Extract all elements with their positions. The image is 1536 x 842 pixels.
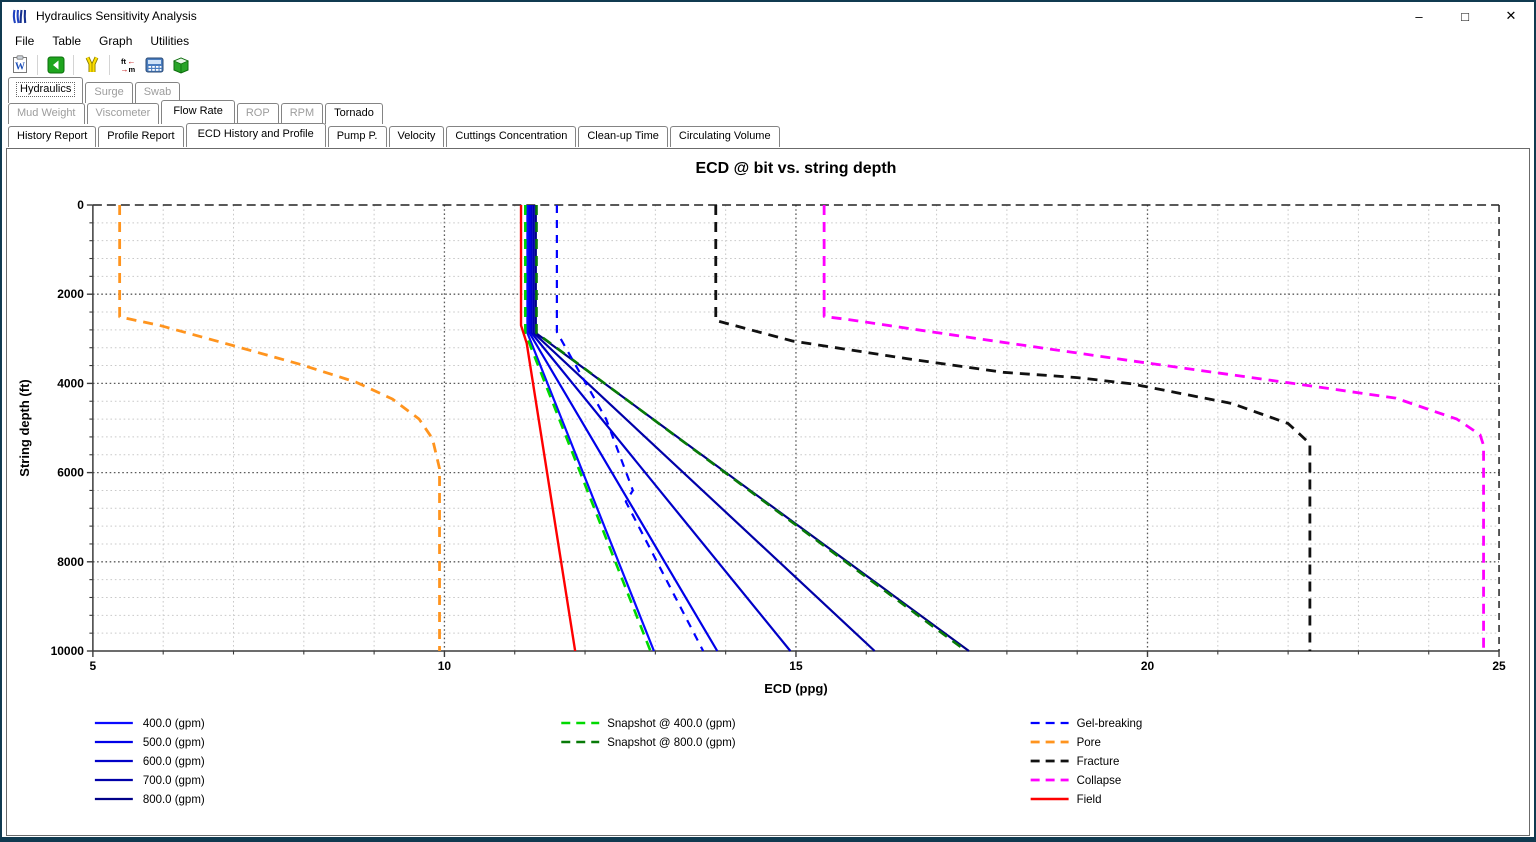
tab-pump-p[interactable]: Pump P. (328, 126, 387, 147)
series-snap800 (537, 205, 967, 651)
legend-label-fracture: Fracture (1077, 756, 1120, 768)
legend-label-q500: 500.0 (gpm) (143, 737, 205, 749)
series-fracture (716, 205, 1310, 651)
menu-graph[interactable]: Graph (90, 32, 141, 50)
tab-tornado[interactable]: Tornado (325, 103, 383, 124)
svg-text:6000: 6000 (57, 466, 84, 480)
series-gel (557, 205, 703, 651)
back-arrow-icon (47, 56, 65, 74)
close-button[interactable]: ✕ (1488, 2, 1534, 30)
svg-text:m: m (128, 65, 135, 74)
tab-strip: HydraulicsSurgeSwab Mud WeightViscometer… (2, 78, 1534, 149)
svg-text:8000: 8000 (57, 555, 84, 569)
legend-label-pore: Pore (1077, 737, 1101, 749)
word-document-icon: W (11, 55, 29, 74)
series-pore (120, 205, 440, 651)
svg-text:10: 10 (438, 659, 452, 673)
toolbar-separator (37, 55, 38, 75)
tab-circulating-volume[interactable]: Circulating Volume (670, 126, 780, 147)
word-report-button[interactable]: W (6, 53, 33, 77)
svg-text:0: 0 (77, 198, 84, 212)
svg-text:25: 25 (1492, 659, 1506, 673)
toolbar-separator (73, 55, 74, 75)
svg-text:String depth (ft): String depth (ft) (17, 379, 32, 476)
series-q600 (532, 205, 791, 651)
menu-utilities[interactable]: Utilities (141, 32, 198, 50)
window-controls: – □ ✕ (1396, 2, 1534, 30)
svg-text:→: → (120, 65, 128, 74)
chart-panel: 5 10 15 20 25 0 2000 4000 6000 8000 10000 ECD @ bit… (6, 148, 1530, 836)
ecd-profile-chart: 5 10 15 20 25 0 2000 4000 6000 8000 10000 ECD @ bit… (7, 149, 1529, 835)
calculator-button[interactable] (141, 53, 168, 77)
tab-profile-report[interactable]: Profile Report (98, 126, 183, 147)
report-book-button[interactable] (168, 53, 195, 77)
tab-row-analysis-mode: HydraulicsSurgeSwab (8, 80, 1534, 103)
series-q800 (536, 205, 969, 651)
wellbore-icon (83, 56, 101, 74)
window-title: Hydraulics Sensitivity Analysis (36, 9, 197, 23)
menu-bar: File Table Graph Utilities (2, 30, 1534, 51)
legend-label-q400: 400.0 (gpm) (143, 718, 205, 730)
menu-file[interactable]: File (6, 32, 43, 50)
tool-bar: W ft ← → m (2, 51, 1534, 78)
tab-label: Hydraulics (16, 82, 75, 97)
ft-to-m-icon: ft ← → m (119, 56, 137, 74)
legend-label-gel: Gel-breaking (1077, 718, 1143, 730)
svg-text:5: 5 (90, 659, 97, 673)
svg-text:20: 20 (1141, 659, 1155, 673)
legend-label-snap800: Snapshot @ 800.0 (gpm) (607, 737, 736, 749)
legend-label-snap400: Snapshot @ 400.0 (gpm) (607, 718, 736, 730)
svg-text:W: W (15, 62, 25, 73)
maximize-button[interactable]: □ (1442, 2, 1488, 30)
unit-convert-button[interactable]: ft ← → m (114, 53, 141, 77)
svg-text:15: 15 (789, 659, 803, 673)
page-turn-icon (172, 56, 191, 74)
series-collapse (824, 205, 1483, 651)
tab-mud-weight: Mud Weight (8, 103, 85, 124)
tab-cuttings-concentration[interactable]: Cuttings Concentration (446, 126, 576, 147)
tab-history-report[interactable]: History Report (8, 126, 96, 147)
svg-text:10000: 10000 (51, 644, 85, 658)
legend-label-q800: 800.0 (gpm) (143, 794, 205, 806)
tab-row-output: History ReportProfile ReportECD History … (8, 126, 1534, 149)
app-logo-icon (10, 7, 29, 26)
svg-text:2000: 2000 (57, 287, 84, 301)
svg-text:ECD @ bit vs. string depth: ECD @ bit vs. string depth (696, 160, 897, 177)
svg-text:ECD (ppg): ECD (ppg) (764, 681, 827, 696)
tab-rpm: RPM (281, 103, 323, 124)
tab-velocity[interactable]: Velocity (389, 126, 445, 147)
toolbar-separator (109, 55, 110, 75)
svg-text:4000: 4000 (57, 376, 84, 390)
calculator-icon (145, 57, 164, 73)
minimize-button[interactable]: – (1396, 2, 1442, 30)
wellbore-button[interactable] (78, 53, 105, 77)
tab-ecd-history-and-profile[interactable]: ECD History and Profile (186, 123, 326, 147)
series-snap400 (525, 205, 650, 651)
back-button[interactable] (42, 53, 69, 77)
tab-flow-rate[interactable]: Flow Rate (161, 100, 235, 124)
legend-label-q700: 700.0 (gpm) (143, 775, 205, 787)
tab-clean-up-time[interactable]: Clean-up Time (578, 126, 668, 147)
tab-rop: ROP (237, 103, 279, 124)
title-bar: Hydraulics Sensitivity Analysis – □ ✕ (2, 2, 1534, 30)
tab-viscometer: Viscometer (87, 103, 160, 124)
legend-label-field: Field (1077, 794, 1102, 806)
app-window: Hydraulics Sensitivity Analysis – □ ✕ Fi… (0, 0, 1536, 842)
tab-hydraulics[interactable]: Hydraulics (8, 77, 83, 103)
legend-label-q600: 600.0 (gpm) (143, 756, 205, 768)
tab-surge: Surge (85, 82, 132, 103)
menu-table[interactable]: Table (43, 32, 90, 50)
legend-label-collapse: Collapse (1077, 775, 1122, 787)
